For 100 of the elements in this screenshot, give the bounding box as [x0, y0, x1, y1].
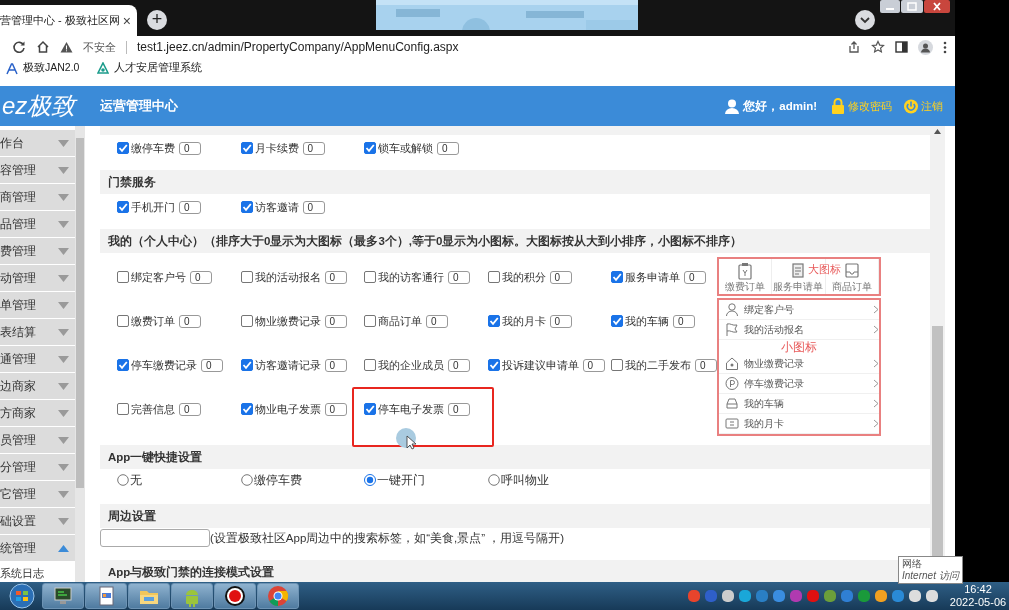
order-field[interactable]: 0	[324, 314, 347, 328]
sidebar-item[interactable]: 分管理	[0, 454, 75, 480]
sidebar-item[interactable]: 表结算	[0, 319, 75, 345]
close-button[interactable]	[924, 0, 950, 13]
checkbox-label: 月卡续费	[254, 140, 299, 156]
order-field[interactable]: 0	[324, 270, 347, 284]
checkbox[interactable]	[240, 315, 253, 327]
chevron-right-icon	[873, 379, 879, 388]
checkbox[interactable]	[240, 142, 253, 154]
sidebar-item[interactable]: 单管理	[0, 292, 75, 318]
checkbox[interactable]	[611, 271, 623, 283]
checkbox[interactable]	[240, 201, 253, 213]
home-icon[interactable]	[36, 40, 50, 54]
sidebar-item[interactable]: 商管理	[0, 184, 75, 210]
order-field[interactable]: 0	[582, 358, 605, 372]
close-button[interactable]: ×	[122, 12, 131, 29]
sidebar-icon[interactable]	[895, 41, 908, 53]
reload-icon[interactable]	[12, 40, 26, 54]
checkbox[interactable]	[240, 271, 253, 283]
checkbox[interactable]	[240, 359, 253, 371]
checkbox[interactable]	[117, 315, 129, 327]
checkbox[interactable]	[117, 403, 129, 415]
checkbox[interactable]	[364, 403, 376, 415]
new-tab-button[interactable]: +	[147, 10, 167, 30]
sidebar-item[interactable]: 费管理	[0, 238, 75, 264]
checkbox[interactable]	[240, 403, 253, 415]
sidebar-item[interactable]: 品管理	[0, 211, 75, 237]
checkbox-label: 缴费订单	[131, 313, 175, 329]
url-text[interactable]: test1.jeez.cn/admin/PropertyCompany/AppMenuConfig.aspx	[137, 40, 837, 54]
order-field[interactable]: 0	[426, 314, 448, 328]
order-field[interactable]: 0	[448, 270, 470, 284]
section-heading: 门禁服务	[100, 170, 930, 194]
arrow-up-icon[interactable]	[934, 129, 941, 134]
checkbox[interactable]	[364, 142, 376, 154]
order-field[interactable]: 0	[684, 270, 706, 284]
sidebar-item[interactable]: 它管理	[0, 481, 75, 507]
taskbar-button[interactable]	[214, 583, 256, 609]
share-icon[interactable]	[847, 40, 861, 54]
order-field[interactable]: 0	[302, 141, 325, 155]
bookmark-link[interactable]: 人才安居管理系统	[97, 61, 203, 75]
profile-icon[interactable]	[918, 39, 933, 55]
menu-icon[interactable]	[943, 40, 947, 54]
checkbox[interactable]	[117, 271, 129, 283]
sidebar-item[interactable]: 作台	[0, 130, 75, 156]
order-field[interactable]: 0	[549, 314, 572, 328]
browser-tab[interactable]: 营管理中心 - 极致社区网 ×	[0, 5, 137, 36]
checkbox[interactable]	[487, 315, 500, 327]
security-label[interactable]: 不安全	[83, 39, 116, 55]
sidebar-item[interactable]: 边商家	[0, 373, 75, 399]
triangle-icon	[97, 61, 110, 75]
order-field[interactable]: 0	[448, 402, 470, 416]
sidebar-item[interactable]: 方商家	[0, 400, 75, 426]
order-field[interactable]: 0	[324, 402, 347, 416]
checkbox[interactable]	[611, 315, 623, 327]
order-field[interactable]: 0	[302, 200, 325, 214]
start-button[interactable]	[6, 583, 38, 609]
order-field[interactable]: 0	[448, 358, 470, 372]
order-field[interactable]: 0	[179, 402, 201, 416]
order-field[interactable]: 0	[549, 270, 572, 284]
radio-button[interactable]	[117, 474, 129, 486]
sidebar-item[interactable]: 统管理	[0, 535, 75, 561]
order-field[interactable]: 0	[179, 314, 201, 328]
radio-button[interactable]	[240, 474, 253, 486]
checkbox[interactable]	[487, 359, 500, 371]
order-field[interactable]: 0	[437, 141, 459, 155]
search-tags-field[interactable]	[100, 529, 210, 547]
order-field[interactable]: 0	[324, 358, 347, 372]
checkbox-label: 手机开门	[131, 199, 175, 215]
checkbox[interactable]	[364, 315, 376, 327]
clipboard-icon	[737, 261, 754, 280]
checkbox[interactable]	[364, 271, 376, 283]
star-icon[interactable]	[871, 40, 885, 54]
letter-icon	[6, 61, 18, 75]
sidebar-subitem[interactable]: 系统日志	[0, 562, 75, 582]
sidebar-item[interactable]: 员管理	[0, 427, 75, 453]
checkbox[interactable]	[364, 359, 376, 371]
icon-label: 服务申请单	[773, 280, 824, 292]
radio-label: 缴停车费	[253, 471, 302, 489]
checkbox[interactable]	[117, 142, 129, 154]
checkbox[interactable]	[487, 271, 500, 283]
chevron-right-icon	[873, 399, 879, 408]
checkbox[interactable]	[611, 359, 623, 371]
order-field[interactable]: 0	[179, 200, 201, 214]
radio-button[interactable]	[487, 474, 500, 486]
warning-icon[interactable]	[60, 41, 73, 53]
checkbox[interactable]	[117, 359, 129, 371]
bookmark-link[interactable]: 极致JAN2.0	[6, 61, 80, 75]
order-field[interactable]: 0	[179, 141, 201, 155]
order-field[interactable]: 0	[201, 358, 223, 372]
radio-button[interactable]	[364, 474, 376, 486]
order-field[interactable]: 0	[190, 270, 212, 284]
app-title: 运营管理中心	[100, 97, 179, 115]
sidebar-item[interactable]: 础设置	[0, 508, 75, 534]
sidebar-item[interactable]: 容管理	[0, 157, 75, 183]
tab-menu-button[interactable]	[855, 10, 875, 30]
scrollbar[interactable]	[75, 126, 85, 582]
checkbox[interactable]	[117, 201, 129, 213]
order-field[interactable]: 0	[673, 314, 695, 328]
sidebar-item[interactable]: 动管理	[0, 265, 75, 291]
sidebar-item[interactable]: 通管理	[0, 346, 75, 372]
